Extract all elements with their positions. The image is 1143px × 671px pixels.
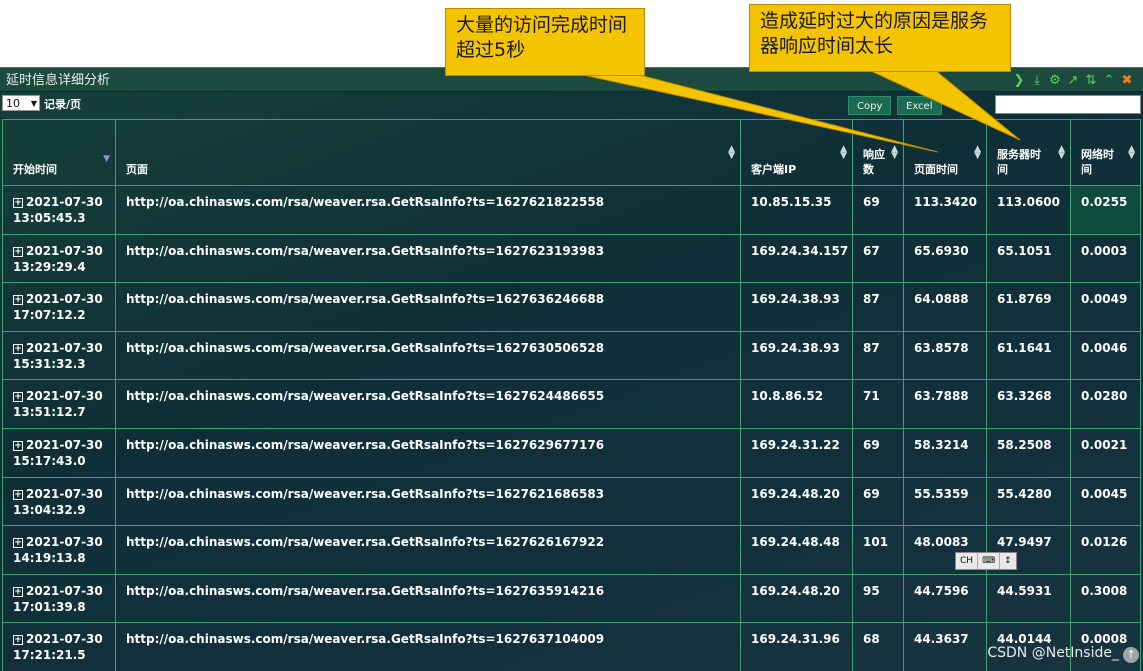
callout-pointers	[559, 65, 1021, 153]
callout-server-time: 造成延时过大的原因是服务器响应时间太长	[749, 4, 1011, 72]
callout-2-pointer	[859, 65, 1021, 141]
callout-1-pointer	[559, 69, 939, 153]
callout-page-time: 大量的访问完成时间超过5秒	[445, 8, 645, 76]
